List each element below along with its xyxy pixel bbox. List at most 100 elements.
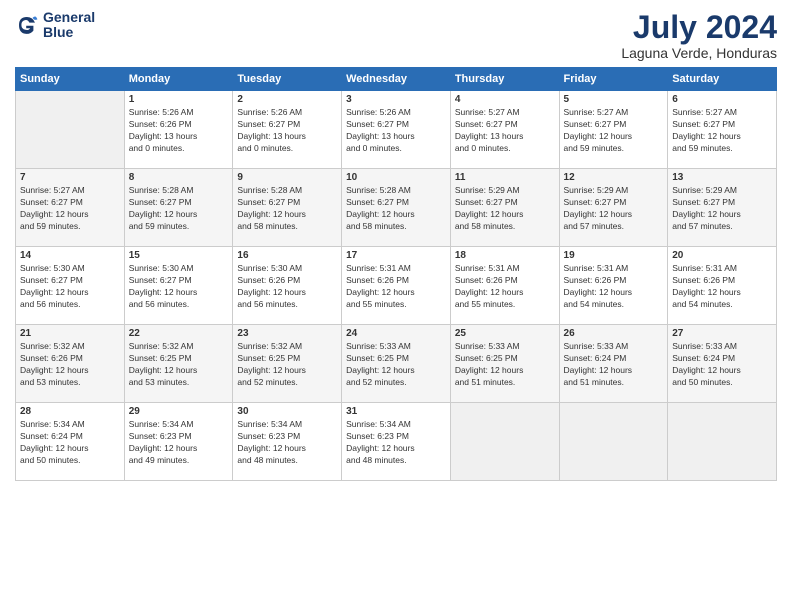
day-number: 18 — [455, 250, 555, 261]
daylight-text: Daylight: 12 hours — [129, 287, 198, 297]
day-info: Sunrise: 5:31 AMSunset: 6:26 PMDaylight:… — [346, 263, 446, 311]
sunrise-text: Sunrise: 5:30 AM — [20, 263, 85, 273]
daylight-text2: and 59 minutes. — [564, 143, 624, 153]
cell-w1-d6: 5Sunrise: 5:27 AMSunset: 6:27 PMDaylight… — [559, 91, 668, 169]
sunset-text: Sunset: 6:27 PM — [129, 197, 192, 207]
daylight-text2: and 59 minutes. — [20, 221, 80, 231]
col-monday: Monday — [124, 68, 233, 91]
daylight-text2: and 57 minutes. — [564, 221, 624, 231]
cell-w4-d3: 23 Sunrise: 5:32 AMSunset: 6:25 PMDayligh… — [233, 325, 342, 403]
day-info: Sunrise: 5:27 AMSunset: 6:27 PMDaylight:… — [564, 107, 664, 155]
sunset-text: Sunset: 6:23 PM — [129, 431, 192, 441]
col-thursday: Thursday — [450, 68, 559, 91]
day-info: Sunrise: 5:29 AM Sunset: 6:27 PM Daylight:… — [672, 185, 772, 233]
sunrise-text: Sunrise: 5:34 AM — [237, 419, 302, 429]
daylight-text: Daylight: 13 hours — [346, 131, 415, 141]
day-number: 22 — [129, 328, 229, 339]
daylight-text2: and 55 minutes. — [455, 299, 515, 309]
sunset-text: Sunset: 6:27 PM — [672, 197, 735, 207]
cell-w5-d1: 28Sunrise: 5:34 AMSunset: 6:24 PMDayligh… — [16, 403, 125, 481]
daylight-text: Daylight: 12 hours — [237, 287, 306, 297]
sunrise-text: Sunrise: 5:27 AM — [455, 107, 520, 117]
col-friday: Friday — [559, 68, 668, 91]
cell-w4-d2: 22Sunrise: 5:32 AMSunset: 6:25 PMDayligh… — [124, 325, 233, 403]
sunset-text: Sunset: 6:26 PM — [455, 275, 518, 285]
day-info: Sunrise: 5:29 AMSunset: 6:27 PMDaylight:… — [455, 185, 555, 233]
cell-w1-d2: 1Sunrise: 5:26 AMSunset: 6:26 PMDaylight… — [124, 91, 233, 169]
sunrise-text: Sunrise: 5:28 AM — [237, 185, 302, 195]
daylight-text2: and 48 minutes. — [346, 455, 406, 465]
day-number: 2 — [237, 94, 337, 105]
day-number: 19 — [564, 250, 664, 261]
cell-w3-d6: 19Sunrise: 5:31 AMSunset: 6:26 PMDayligh… — [559, 247, 668, 325]
day-number: 10 — [346, 172, 446, 183]
daylight-text2: and 56 minutes. — [20, 299, 80, 309]
cell-w4-d1: 21Sunrise: 5:32 AMSunset: 6:26 PMDayligh… — [16, 325, 125, 403]
sunset-text: Sunset: 6:23 PM — [346, 431, 409, 441]
cell-w5-d5 — [450, 403, 559, 481]
daylight-text2: and 56 minutes. — [129, 299, 189, 309]
daylight-text2: and 49 minutes. — [129, 455, 189, 465]
daylight-text: Daylight: 12 hours — [672, 209, 741, 219]
day-number: 25 — [455, 328, 555, 339]
day-info: Sunrise: 5:32 AMSunset: 6:25 PMDaylight:… — [237, 341, 337, 389]
sunset-text: Sunset: 6:25 PM — [346, 353, 409, 363]
cell-w4-d6: 26Sunrise: 5:33 AMSunset: 6:24 PMDayligh… — [559, 325, 668, 403]
day-info: Sunrise: 5:28 AMSunset: 6:27 PMDaylight:… — [129, 185, 229, 233]
day-info: Sunrise: 5:33 AMSunset: 6:25 PMDaylight:… — [346, 341, 446, 389]
sunrise-text: Sunrise: 5:29 AM — [564, 185, 629, 195]
sunset-text: Sunset: 6:27 PM — [564, 197, 627, 207]
week-row-2: 7Sunrise: 5:27 AMSunset: 6:27 PMDaylight… — [16, 169, 777, 247]
cell-w1-d3: 2Sunrise: 5:26 AMSunset: 6:27 PMDaylight… — [233, 91, 342, 169]
cell-w3-d7: 20Sunrise: 5:31 AMSunset: 6:26 PMDayligh… — [668, 247, 777, 325]
sunrise-text: Sunrise: 5:30 AM — [129, 263, 194, 273]
week-row-1: 1Sunrise: 5:26 AMSunset: 6:26 PMDaylight… — [16, 91, 777, 169]
daylight-text: Daylight: 12 hours — [20, 287, 89, 297]
cell-w3-d5: 18 Sunrise: 5:31 AMSunset: 6:26 PMDayligh… — [450, 247, 559, 325]
day-info: Sunrise: 5:34 AMSunset: 6:23 PMDaylight:… — [129, 419, 229, 467]
sunrise-text: Sunrise: 5:30 AM — [237, 263, 302, 273]
daylight-text2: and 58 minutes. — [346, 221, 406, 231]
daylight-text: Daylight: 12 hours — [564, 209, 633, 219]
day-info: Sunrise: 5:34 AMSunset: 6:23 PMDaylight:… — [346, 419, 446, 467]
col-sunday: Sunday — [16, 68, 125, 91]
cell-w4-d7: 27 Sunrise: 5:33 AMSunset: 6:24 PMDayligh… — [668, 325, 777, 403]
daylight-text: Daylight: 12 hours — [564, 365, 633, 375]
sunset-text: Sunset: 6:24 PM — [20, 431, 83, 441]
day-number: 27 — [672, 328, 772, 339]
daylight-text: Daylight: 12 hours — [129, 209, 198, 219]
sunrise-text: Sunrise: 5:26 AM — [237, 107, 302, 117]
daylight-text: Daylight: 12 hours — [455, 287, 524, 297]
daylight-text2: and 0 minutes. — [346, 143, 402, 153]
sunset-text: Sunset: 6:27 PM — [237, 119, 300, 129]
sunrise-text: Sunrise: 5:29 AM — [672, 185, 737, 195]
day-info: Sunrise: 5:31 AMSunset: 6:26 PMDaylight:… — [455, 263, 555, 311]
col-wednesday: Wednesday — [342, 68, 451, 91]
daylight-text: Daylight: 12 hours — [672, 131, 741, 141]
day-info: Sunrise: 5:34 AMSunset: 6:23 PMDaylight:… — [237, 419, 337, 467]
daylight-text: Daylight: 12 hours — [20, 443, 89, 453]
day-number: 26 — [564, 328, 664, 339]
day-info: Sunrise: 5:33 AMSunset: 6:24 PMDaylight:… — [672, 341, 772, 389]
day-number: 15 — [129, 250, 229, 261]
cell-w1-d7: 6Sunrise: 5:27 AMSunset: 6:27 PMDaylight… — [668, 91, 777, 169]
cell-w1-d5: 4Sunrise: 5:27 AMSunset: 6:27 PMDaylight… — [450, 91, 559, 169]
day-number: 31 — [346, 406, 446, 417]
daylight-text: Daylight: 12 hours — [672, 287, 741, 297]
day-info: Sunrise: 5:27 AMSunset: 6:27 PMDaylight:… — [455, 107, 555, 155]
sunrise-text: Sunrise: 5:33 AM — [564, 341, 629, 351]
sunset-text: Sunset: 6:27 PM — [237, 197, 300, 207]
day-number: 21 — [20, 328, 120, 339]
logo-icon — [15, 13, 39, 37]
daylight-text2: and 56 minutes. — [237, 299, 297, 309]
daylight-text: Daylight: 12 hours — [237, 365, 306, 375]
day-number: 24 — [346, 328, 446, 339]
daylight-text2: and 58 minutes. — [237, 221, 297, 231]
sunset-text: Sunset: 6:23 PM — [237, 431, 300, 441]
daylight-text2: and 57 minutes. — [672, 221, 732, 231]
sunrise-text: Sunrise: 5:26 AM — [346, 107, 411, 117]
day-info: Sunrise: 5:30 AMSunset: 6:27 PMDaylight:… — [20, 263, 120, 311]
day-number: 23 — [237, 328, 337, 339]
sunset-text: Sunset: 6:25 PM — [455, 353, 518, 363]
cell-w2-d5: 11Sunrise: 5:29 AMSunset: 6:27 PMDayligh… — [450, 169, 559, 247]
